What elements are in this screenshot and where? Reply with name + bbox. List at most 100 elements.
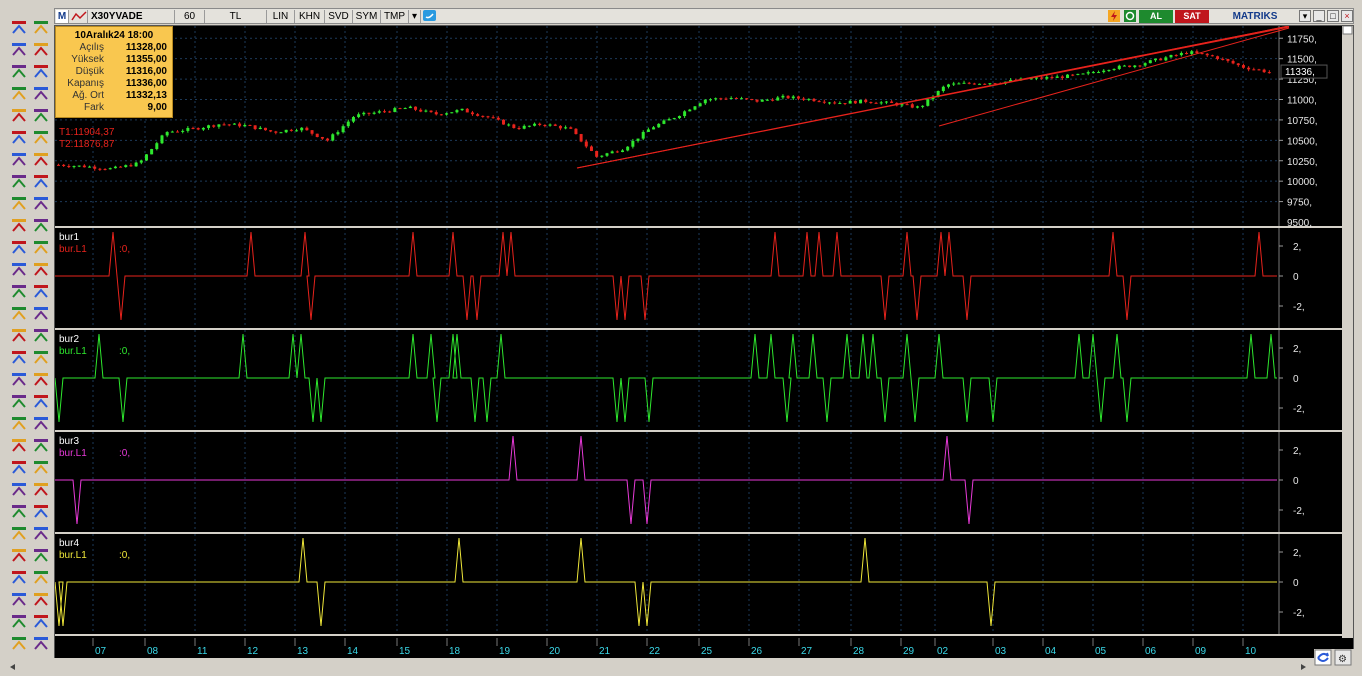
minus-icon[interactable] <box>32 194 50 212</box>
sell-button[interactable]: SAT <box>1175 10 1209 23</box>
candle-body <box>186 127 190 131</box>
bars-icon[interactable] <box>32 546 50 564</box>
arrow-up-icon[interactable] <box>10 326 28 344</box>
cross-icon[interactable] <box>10 194 28 212</box>
pencil-icon[interactable] <box>32 84 50 102</box>
tmp-button[interactable]: TMP <box>381 10 409 23</box>
lock-icon[interactable] <box>32 18 50 36</box>
period-field[interactable]: 60 <box>175 10 205 23</box>
twitter-icon[interactable] <box>422 10 436 23</box>
pen-icon[interactable] <box>32 260 50 278</box>
vertical-scrollbar[interactable] <box>1342 26 1353 638</box>
list-icon[interactable] <box>32 568 50 586</box>
candle-body <box>434 112 438 115</box>
vertical-arrows-icon[interactable] <box>10 238 28 256</box>
signal-4-icon[interactable] <box>32 502 50 520</box>
indicator-tick-label: 0 <box>1293 272 1299 283</box>
grid-4-icon[interactable] <box>32 458 50 476</box>
grid-icon[interactable] <box>32 326 50 344</box>
buy-button[interactable]: AL <box>1139 10 1173 23</box>
signal-icon[interactable] <box>32 392 50 410</box>
candle-body <box>615 151 619 153</box>
time-tick-label: 03 <box>995 646 1007 657</box>
expand-icon[interactable] <box>10 216 28 234</box>
candle-body <box>476 114 480 116</box>
candle-body <box>631 140 635 147</box>
symbol-field[interactable]: X30YVADE <box>89 10 175 23</box>
signal-5-icon[interactable] <box>10 524 28 542</box>
candle-body <box>569 127 573 129</box>
close-icon[interactable]: × <box>1341 10 1353 22</box>
fibonacci-icon[interactable] <box>32 612 50 630</box>
asterisk-icon[interactable] <box>10 260 28 278</box>
eraser-icon[interactable] <box>32 634 50 652</box>
currency-field[interactable]: TL <box>205 10 267 23</box>
signal-7-icon[interactable] <box>10 546 28 564</box>
grid-3-icon[interactable] <box>32 370 50 388</box>
arrow-right-green-icon[interactable] <box>10 304 28 322</box>
arrow-left-icon[interactable] <box>32 150 50 168</box>
trend-line-icon[interactable] <box>32 590 50 608</box>
crosshair-icon[interactable] <box>10 612 28 630</box>
lock-icon[interactable] <box>10 568 28 586</box>
restore-icon[interactable]: □ <box>1327 10 1339 22</box>
scissors-icon[interactable] <box>32 106 50 124</box>
candle-body <box>326 138 330 141</box>
cursor-arrow-icon[interactable] <box>10 590 28 608</box>
scroll-right-icon[interactable] <box>1301 664 1306 670</box>
candle-body <box>1128 65 1132 68</box>
marker-icon[interactable] <box>32 304 50 322</box>
matriks-badge[interactable]: M <box>56 10 69 23</box>
dropdown-arrow-icon[interactable]: ▾ <box>409 10 421 23</box>
hourglass-icon[interactable] <box>10 436 28 454</box>
lightning-icon[interactable] <box>1107 10 1121 23</box>
trend-line-icon[interactable] <box>10 62 28 80</box>
signal-2-icon[interactable] <box>32 414 50 432</box>
eraser-icon[interactable] <box>10 106 28 124</box>
arrow-right-icon[interactable] <box>10 172 28 190</box>
channel-icon[interactable] <box>32 282 50 300</box>
pencil-2-icon[interactable] <box>10 502 28 520</box>
minimize-icon[interactable]: _ <box>1313 10 1325 22</box>
scroll-left-icon[interactable] <box>10 664 15 670</box>
refresh-icon[interactable] <box>1123 10 1137 23</box>
bars-icon[interactable] <box>10 18 28 36</box>
candle-body <box>93 166 97 169</box>
khn-button[interactable]: KHN <box>295 10 325 23</box>
sym-button[interactable]: SYM <box>353 10 381 23</box>
list-icon[interactable] <box>10 40 28 58</box>
candle-body <box>1185 53 1189 55</box>
chart-type-icon[interactable] <box>70 10 88 23</box>
fibonacci-icon[interactable] <box>10 84 28 102</box>
star-icon[interactable] <box>10 480 28 498</box>
ruler-icon[interactable] <box>32 128 50 146</box>
magnet-icon[interactable] <box>10 458 28 476</box>
grid-5-icon[interactable] <box>32 480 50 498</box>
window-icon[interactable] <box>10 414 28 432</box>
candle-body <box>595 150 599 157</box>
chart-area[interactable]: 11750, 11500, 11250, 11000, 10750, 10500, 1025… <box>54 25 1354 658</box>
pencil-icon[interactable] <box>10 634 28 652</box>
lin-button[interactable]: LIN <box>267 10 295 23</box>
signal-6-icon[interactable] <box>32 524 50 542</box>
text-tag-icon[interactable] <box>10 128 28 146</box>
candle-body <box>150 149 154 155</box>
chart-canvas[interactable]: 11750,11500,11250,11000,10750,10500,1025… <box>54 25 1355 659</box>
magnify-minus-icon[interactable] <box>10 392 28 410</box>
menu-icon[interactable]: ▾ <box>1299 10 1311 22</box>
svd-button[interactable]: SVD <box>325 10 353 23</box>
crosshair-icon[interactable] <box>32 62 50 80</box>
arrow-left-green-icon[interactable] <box>10 282 28 300</box>
arrow-down-icon[interactable] <box>10 348 28 366</box>
horizontal-scrollbar[interactable] <box>8 658 1308 670</box>
zoom-icon[interactable] <box>32 172 50 190</box>
grid-2-icon[interactable] <box>32 348 50 366</box>
signal-3-icon[interactable] <box>32 436 50 454</box>
scroll-up-icon[interactable] <box>1342 25 1353 35</box>
cursor-arrow-icon[interactable] <box>32 40 50 58</box>
bell-icon[interactable] <box>10 150 28 168</box>
magnify-plus-icon[interactable] <box>10 370 28 388</box>
horizontal-line-icon[interactable] <box>32 216 50 234</box>
bracket-icon[interactable] <box>32 238 50 256</box>
indicator-tick-label: -2, <box>1293 506 1305 517</box>
